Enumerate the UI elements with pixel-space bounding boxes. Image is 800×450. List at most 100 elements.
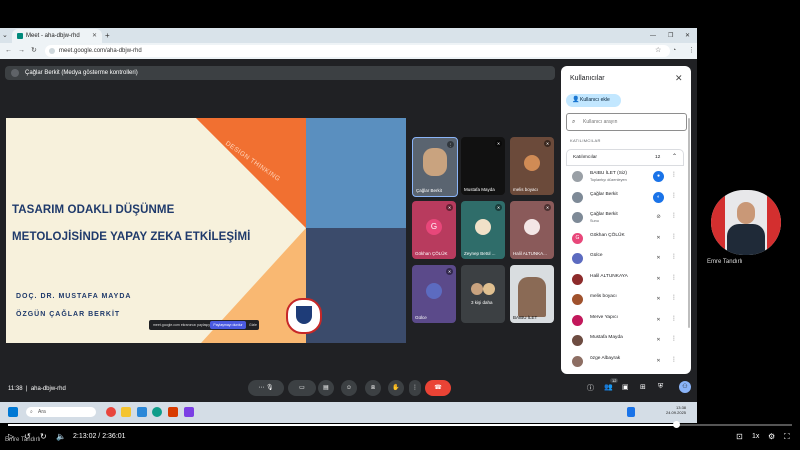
mic-status-icon[interactable]: ✕: [653, 253, 664, 264]
address-bar[interactable]: meet.google.com/aha-dbjw-rhd: [45, 45, 670, 57]
leave-call-button[interactable]: ☎: [425, 380, 451, 396]
more-vert-icon[interactable]: ⋮: [671, 212, 677, 219]
participant-search[interactable]: ⌕: [566, 113, 687, 131]
participant-tile[interactable]: BAIBU İLET: [510, 265, 554, 323]
app-icon[interactable]: [184, 407, 194, 417]
minimize-icon[interactable]: —: [650, 29, 656, 43]
participant-tile[interactable]: ⋮ Çağlar Berkit: [412, 137, 458, 197]
mic-icon: ⋯ 🎙: [258, 385, 274, 391]
volume-icon[interactable]: 🔈: [56, 432, 66, 441]
extensions-icon[interactable]: ◔: [672, 44, 676, 58]
participant-tile[interactable]: ✕ Gülce: [412, 265, 456, 323]
mic-status-icon[interactable]: ⊘: [653, 212, 664, 223]
mic-status-icon[interactable]: ◐: [653, 191, 664, 203]
fullscreen-icon[interactable]: ⛶: [784, 432, 790, 442]
chrome-icon[interactable]: [106, 407, 116, 417]
taskbar-search-label: Ara: [38, 409, 46, 415]
reload-icon[interactable]: ↻: [31, 44, 37, 58]
presenter-bar[interactable]: Çağlar Berkit (Medya gösterme kontroller…: [5, 66, 555, 80]
more-vert-icon[interactable]: ⋮: [671, 233, 677, 240]
participant-tile[interactable]: ✕ Zeynep Betül ...: [461, 201, 505, 259]
participant-row[interactable]: BAIBU İLET (Siz) Toplantıyı düzenleyen ● ⋮: [566, 167, 682, 187]
volume-tray-icon[interactable]: [627, 407, 635, 417]
mic-status-icon[interactable]: ✕: [653, 356, 664, 367]
participants-group-header[interactable]: Katılımcılar 12 ⌃: [566, 149, 684, 166]
participant-row[interactable]: Gülce ✕ ⋮: [566, 249, 682, 269]
participant-tile[interactable]: ✕ Mustafa Mayda: [461, 137, 505, 195]
participant-tile[interactable]: G ✕ Gökhan ÇÖLÜK: [412, 201, 456, 259]
more-vert-icon[interactable]: ⋮: [671, 356, 677, 363]
mic-status-icon[interactable]: ✕: [653, 335, 664, 346]
bookmark-star-icon[interactable]: ☆: [655, 44, 661, 58]
search-input[interactable]: [583, 117, 681, 126]
more-options-button[interactable]: ⋮: [409, 380, 421, 396]
panel-title: Kullanıcılar: [570, 75, 605, 82]
back-icon[interactable]: ←: [5, 44, 12, 58]
more-vert-icon[interactable]: ⋮: [671, 315, 677, 322]
office-icon[interactable]: [168, 407, 178, 417]
edge-icon[interactable]: [152, 407, 162, 417]
host-controls-icon[interactable]: ⛨: [658, 383, 663, 391]
file-explorer-icon[interactable]: [121, 407, 131, 417]
settings-gear-icon[interactable]: ⚙: [768, 432, 775, 441]
mic-status-icon[interactable]: ✕: [653, 274, 664, 285]
more-vert-icon[interactable]: ⋮: [671, 253, 677, 260]
participant-row[interactable]: Halil ALTUNKAYA ✕ ⋮: [566, 270, 682, 290]
close-tab-icon[interactable]: ✕: [92, 29, 97, 43]
more-participants-tile[interactable]: 3 kişi daha: [461, 265, 505, 323]
more-vert-icon[interactable]: ⋮: [671, 294, 677, 301]
browser-tab[interactable]: Meet - aha-dbjw-rhd ✕: [12, 29, 102, 43]
participant-row[interactable]: özge Albayrak ✕ ⋮: [566, 352, 682, 372]
chevron-up-icon[interactable]: ⌃: [672, 150, 677, 165]
hide-notice-button[interactable]: Gizle: [249, 320, 257, 330]
more-icon[interactable]: ⋮: [447, 141, 454, 148]
participant-row[interactable]: G Gökhan ÇÖLÜK ✕ ⋮: [566, 229, 682, 249]
panel-scrollbar[interactable]: [688, 118, 690, 328]
camera-button[interactable]: ▭: [288, 380, 316, 396]
stop-sharing-button[interactable]: Paylaşmayı durdur: [210, 321, 246, 329]
participant-row[interactable]: Çağlar Berkit Sunu ⊘ ⋮: [566, 208, 682, 228]
present-button[interactable]: ⧈: [365, 380, 381, 396]
windows-start-icon[interactable]: [8, 407, 18, 417]
taskbar-search[interactable]: ⌕ Ara: [26, 407, 96, 417]
more-vert-icon[interactable]: ⋮: [671, 171, 677, 178]
more-vert-icon[interactable]: ⋮: [671, 274, 677, 281]
progress-handle[interactable]: [672, 421, 680, 428]
raise-hand-button[interactable]: ✋: [388, 380, 404, 396]
emoji-button[interactable]: ☺: [341, 380, 357, 396]
mic-status-icon[interactable]: ✕: [653, 315, 664, 326]
more-vert-icon[interactable]: ⋮: [671, 335, 677, 342]
participant-row[interactable]: Mustafa Mayda ✕ ⋮: [566, 331, 682, 351]
participant-tile[interactable]: ✕ Halil ALTUNKA...: [510, 201, 554, 259]
people-icon[interactable]: 👥: [604, 383, 613, 391]
participant-tile[interactable]: ✕ melis boyacı: [510, 137, 554, 195]
captions-icon[interactable]: ⊡: [736, 432, 743, 441]
participant-row[interactable]: melis boyacı ✕ ⋮: [566, 290, 682, 310]
mic-status-icon[interactable]: ●: [653, 171, 664, 182]
mic-status-icon[interactable]: ✕: [653, 294, 664, 305]
close-panel-icon[interactable]: ✕: [675, 73, 683, 84]
mic-button[interactable]: ⋯ 🎙: [248, 380, 284, 396]
more-vert-icon: ⋮: [412, 385, 418, 391]
chat-icon[interactable]: ▣: [622, 383, 629, 391]
menu-dots-icon[interactable]: ⋮: [688, 44, 695, 58]
forward-icon[interactable]: →: [18, 44, 25, 58]
site-info-icon[interactable]: [49, 48, 55, 54]
store-icon[interactable]: [137, 407, 147, 417]
add-user-button[interactable]: 👤 Kullanıcı ekle: [566, 94, 621, 107]
captions-button[interactable]: ▤: [318, 380, 334, 396]
participant-avatar: [524, 155, 540, 171]
forward-icon[interactable]: ↻: [40, 432, 47, 441]
restore-icon[interactable]: ❐: [668, 29, 673, 43]
active-people-icon[interactable]: ⚇: [679, 381, 691, 393]
participant-row[interactable]: Çağlar Berkit ◐ ⋮: [566, 188, 682, 208]
playback-speed[interactable]: 1x: [752, 433, 759, 440]
more-vert-icon[interactable]: ⋮: [671, 192, 677, 199]
close-window-icon[interactable]: ✕: [685, 29, 690, 43]
new-tab-icon[interactable]: +: [105, 29, 110, 43]
tab-search-icon[interactable]: ⌄: [2, 29, 8, 43]
participant-row[interactable]: Merve Yapıcı ✕ ⋮: [566, 311, 682, 331]
mic-status-icon[interactable]: ✕: [653, 233, 664, 244]
activities-icon[interactable]: ⊞: [640, 383, 646, 391]
info-icon[interactable]: ⓘ: [587, 383, 594, 393]
